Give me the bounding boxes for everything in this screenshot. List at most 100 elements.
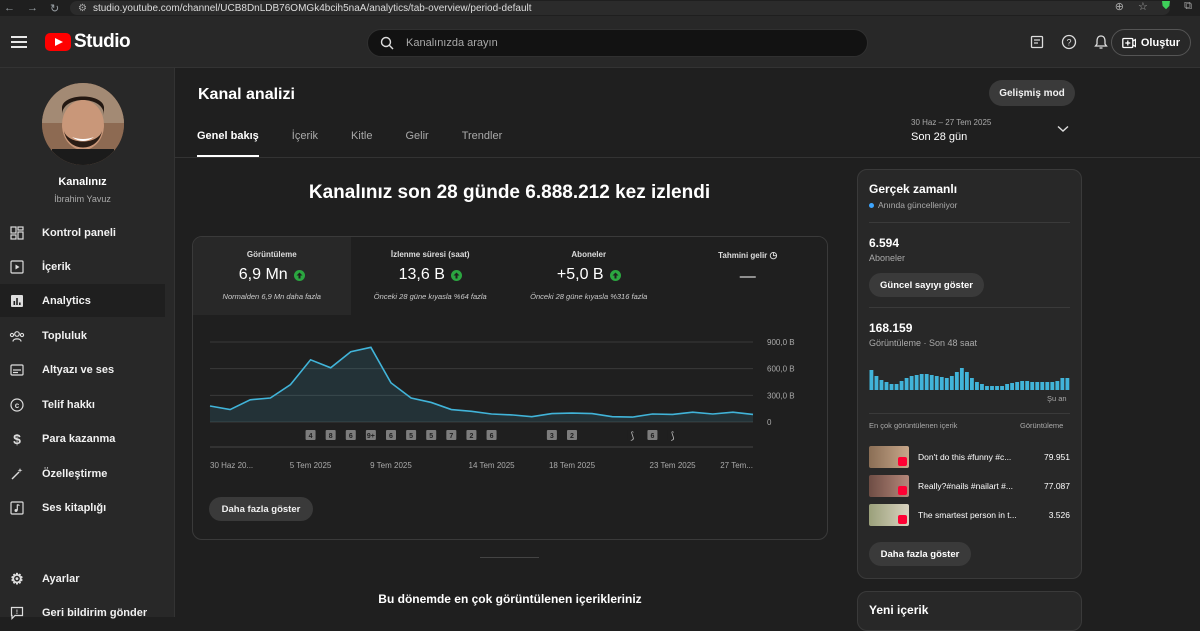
arrow-up-icon (450, 269, 462, 281)
sidebar-item-copyright[interactable]: c Telif hakkı (0, 388, 165, 421)
menu-icon[interactable] (11, 35, 27, 48)
realtime-bar (954, 372, 959, 390)
studio-logo[interactable]: Studio (45, 31, 131, 53)
metric-value-row: 13,6 B (352, 266, 510, 284)
metric-title-row: Tahmini gelir ◷ (669, 250, 828, 261)
realtime-bar (990, 386, 994, 390)
sidebar-item-audio-library[interactable]: Ses kitaplığı (0, 491, 165, 524)
period-label: Son 28 gün (911, 131, 968, 143)
create-video-icon (1122, 37, 1136, 48)
notifications-bell-icon[interactable] (1092, 33, 1110, 51)
list-item[interactable]: The smartest person in t... 3.526 (869, 504, 1070, 526)
upload-marker-count: 5 (409, 433, 413, 440)
metric-watch-time[interactable]: İzlenme süresi (saat) 13,6 B Önceki 28 g… (351, 237, 510, 315)
sidebar-item-label: Ayarlar (42, 572, 80, 585)
sidebar-item-feedback[interactable]: ! Geri bildirim gönder (0, 596, 165, 629)
metric-estimated-revenue[interactable]: Tahmini gelir ◷ — (668, 237, 828, 315)
realtime-bar (1025, 381, 1030, 390)
arrow-up-icon (293, 269, 305, 281)
list-item[interactable]: Don't do this #funny #c... 79.951 (869, 446, 1070, 468)
tab-revenue[interactable]: Gelir (405, 130, 428, 157)
realtime-card: Gerçek zamanlı Anında güncelleniyor 6.59… (857, 169, 1082, 579)
divider (869, 307, 1070, 308)
show-live-count-button[interactable]: Güncel sayıyı göster (869, 273, 984, 297)
sidebar-item-label: Altyazı ve ses (42, 363, 115, 376)
realtime-bar (985, 386, 989, 390)
sidebar-item-content[interactable]: İçerik (0, 250, 165, 283)
upload-marker-count: 7 (449, 433, 453, 440)
realtime-bar (1015, 382, 1020, 390)
realtime-bar (975, 382, 979, 390)
search-placeholder: Kanalınızda arayın (406, 37, 498, 49)
sidebar-item-dashboard[interactable]: Kontrol paneli (0, 216, 165, 249)
gear-icon: ⚙ (10, 570, 24, 588)
realtime-bar (964, 372, 969, 390)
sidebar-item-subtitles[interactable]: Altyazı ve ses (0, 353, 165, 386)
metric-subscribers[interactable]: Aboneler +5,0 B Önceki 28 güne kıyasla %… (510, 237, 669, 315)
realtime-title: Gerçek zamanlı (869, 182, 958, 196)
address-bar[interactable]: ⚙ studio.youtube.com/channel/UCB8DnLDB76… (70, 1, 1170, 15)
tab-trends[interactable]: Trendler (462, 130, 503, 157)
shorts-icon (898, 457, 907, 466)
sidebar-item-customization[interactable]: Özelleştirme (0, 457, 165, 490)
period-selector[interactable]: 30 Haz – 27 Tem 2025 Son 28 gün (911, 118, 991, 143)
zoom-icon[interactable]: ⊕ (1115, 0, 1124, 13)
extensions-icon[interactable]: ⧉ (1184, 0, 1192, 13)
clock-icon: ◷ (769, 250, 778, 260)
show-more-button[interactable]: Daha fazla göster (209, 497, 313, 521)
feedback-message-icon[interactable] (1028, 33, 1046, 51)
shorts-marker-icon: ⟆ (630, 431, 634, 442)
sidebar: Kanalınız İbrahim Yavuz Kontrol paneli İ… (0, 68, 175, 620)
advanced-mode-button[interactable]: Gelişmiş mod (989, 80, 1075, 106)
new-content-title: Yeni içerik (869, 603, 929, 617)
search-icon (380, 36, 394, 50)
upload-marker-count: 6 (349, 433, 353, 440)
video-thumbnail (869, 504, 909, 526)
shorts-icon (898, 486, 907, 495)
realtime-bar (939, 377, 944, 390)
realtime-bar (1045, 382, 1050, 390)
sidebar-item-label: Analytics (42, 294, 91, 307)
show-more-button[interactable]: Daha fazla göster (869, 542, 971, 566)
tabs-divider (175, 157, 1200, 158)
forward-icon[interactable]: → (27, 2, 38, 15)
upload-marker-count: 8 (329, 433, 333, 440)
y-tick-label: 0 (767, 418, 772, 427)
sidebar-item-community[interactable]: Topluluk (0, 319, 165, 352)
chevron-down-icon[interactable] (1057, 125, 1069, 133)
arrow-up-icon (609, 269, 621, 281)
reload-icon[interactable]: ↻ (50, 2, 59, 15)
realtime-bar (959, 368, 964, 390)
create-button[interactable]: Oluştur (1110, 29, 1191, 56)
divider (869, 222, 1070, 223)
video-title: Don't do this #funny #c... (918, 452, 1012, 462)
sidebar-item-monetization[interactable]: $ Para kazanma (0, 422, 165, 455)
site-info-icon[interactable]: ⚙ (78, 3, 87, 14)
dollar-icon: $ (13, 430, 21, 447)
sidebar-item-settings[interactable]: ⚙ Ayarlar (0, 562, 165, 595)
tab-audience[interactable]: Kitle (351, 130, 372, 157)
search-input[interactable]: Kanalınızda arayın (367, 29, 868, 57)
tab-overview[interactable]: Genel bakış (197, 130, 259, 157)
url-text: studio.youtube.com/channel/UCB8DnLDB76OM… (92, 2, 532, 14)
metric-views[interactable]: Görüntüleme 6,9 Mn Normalden 6,9 Mn daha… (193, 237, 352, 315)
period-range: 30 Haz – 27 Tem 2025 (911, 118, 992, 127)
x-tick-label: 27 Tem... (720, 461, 753, 470)
views-chart[interactable]: 900,0 B 600,0 B 300,0 B 0 4 8 6 9+ 6 5 5 7 2 6 3 2 ⟆ 6 ⟆ 30… (193, 327, 828, 477)
x-tick-label: 5 Tem 2025 (290, 461, 332, 470)
back-icon[interactable]: ← (4, 2, 15, 15)
realtime-bar (1035, 382, 1040, 390)
realtime-views-label: Görüntüleme · Son 48 saat (869, 338, 978, 348)
channel-avatar[interactable] (42, 83, 124, 165)
tab-content[interactable]: İçerik (292, 130, 318, 157)
sidebar-item-analytics[interactable]: Analytics (0, 284, 165, 317)
help-icon[interactable]: ? (1060, 33, 1078, 51)
video-title: The smartest person in t... (918, 510, 1017, 520)
overview-card: Görüntüleme 6,9 Mn Normalden 6,9 Mn daha… (192, 236, 828, 540)
realtime-bar (934, 376, 939, 390)
list-item[interactable]: Really?#nails #nailart #... 77.087 (869, 475, 1070, 497)
bookmark-star-icon[interactable]: ☆ (1138, 0, 1148, 13)
extension-shield-icon[interactable]: ⛊ (1162, 0, 1170, 13)
magic-wand-icon (9, 466, 25, 482)
realtime-bar-chart[interactable] (869, 365, 1070, 390)
